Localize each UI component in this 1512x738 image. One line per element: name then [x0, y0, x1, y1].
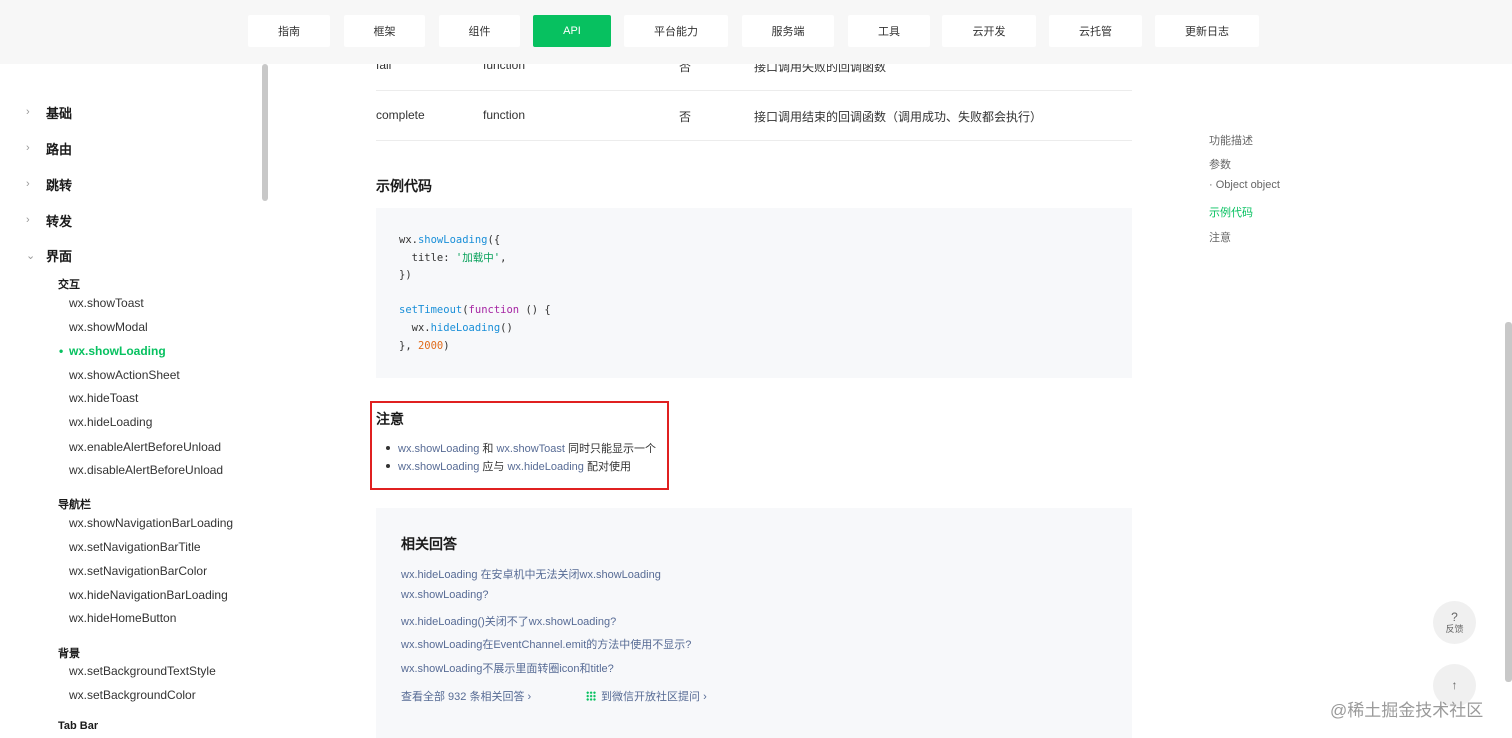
tab-guide[interactable]: 指南 — [248, 15, 330, 47]
category-label: 跳转 — [46, 177, 73, 193]
list-item: wx.showLoading 和 wx.showToast 同时只能显示一个 — [386, 440, 656, 458]
api-link[interactable]: wx.showLoading — [398, 461, 479, 473]
category-label: 基础 — [46, 105, 73, 121]
sidebar-category-basic[interactable]: › 基础 — [26, 102, 72, 122]
related-link[interactable]: wx.showLoading? — [401, 589, 488, 601]
sidebar-category-share[interactable]: › 转发 — [26, 210, 72, 230]
tab-cloud-hosting[interactable]: 云托管 — [1049, 15, 1142, 47]
chevron-right-icon: › — [527, 691, 532, 703]
table-row: fail function 否 接口调用失败的回调函数 — [376, 64, 1132, 91]
code-block: wx.showLoading({ title: '加载中', }) setTim… — [376, 208, 1132, 378]
sidebar-item[interactable]: wx.hideLoading — [69, 415, 152, 429]
tab-tools[interactable]: 工具 — [848, 15, 930, 47]
table-row: complete function 否 接口调用结束的回调函数（调用成功、失败都… — [376, 91, 1132, 141]
feedback-label: 反馈 — [1445, 623, 1464, 634]
chevron-right-icon: › — [703, 691, 707, 703]
page-scrollbar[interactable] — [1505, 322, 1512, 682]
sidebar-category-route[interactable]: › 路由 — [26, 138, 72, 158]
param-type: function — [483, 64, 526, 72]
tab-framework[interactable]: 框架 — [344, 15, 425, 47]
param-required: 否 — [679, 110, 692, 124]
tab-platform[interactable]: 平台能力 — [624, 15, 728, 47]
sidebar-item[interactable]: wx.hideHomeButton — [69, 611, 176, 625]
related-link[interactable]: wx.showLoading在EventChannel.emit的方法中使用不显… — [401, 636, 691, 652]
toc-item[interactable]: 参数 — [1209, 156, 1231, 172]
chevron-right-icon: › — [26, 106, 30, 118]
api-link[interactable]: wx.hideLoading — [507, 461, 583, 473]
sidebar-item[interactable]: wx.hideToast — [69, 391, 138, 405]
sidebar-item[interactable]: wx.setNavigationBarTitle — [69, 540, 201, 554]
toc-item-active[interactable]: 示例代码 — [1209, 204, 1253, 220]
toc-item[interactable]: 注意 — [1209, 229, 1231, 245]
chevron-down-icon: ⌄ — [26, 249, 36, 262]
sidebar-item[interactable]: wx.hideNavigationBarLoading — [69, 588, 228, 602]
community-icon — [586, 691, 596, 701]
sidebar-item-active[interactable]: wx.showLoading — [59, 344, 166, 358]
category-label: 转发 — [46, 213, 73, 229]
param-name: fail — [376, 64, 392, 72]
sidebar-item[interactable]: wx.showModal — [69, 320, 148, 334]
sidebar-item[interactable]: wx.showActionSheet — [69, 368, 180, 382]
api-link[interactable]: wx.showLoading — [398, 443, 479, 455]
tab-changelog[interactable]: 更新日志 — [1155, 15, 1259, 47]
view-all-link[interactable]: 查看全部 932 条相关回答 › — [401, 688, 531, 704]
tab-api[interactable]: API — [533, 15, 611, 47]
related-link[interactable]: wx.hideLoading()关闭不了wx.showLoading? — [401, 613, 616, 629]
tab-cloud-dev[interactable]: 云开发 — [942, 15, 1036, 47]
related-link[interactable]: wx.showLoading不展示里面转圈icon和title? — [401, 660, 614, 676]
category-label: 界面 — [46, 248, 73, 264]
example-heading: 示例代码 — [376, 178, 432, 194]
tab-server[interactable]: 服务端 — [742, 15, 834, 47]
top-nav: 指南 框架 组件 API 平台能力 服务端 工具 云开发 云托管 更新日志 — [0, 0, 1512, 64]
sidebar-item[interactable]: wx.showToast — [69, 296, 144, 310]
related-answers: 相关回答 wx.hideLoading 在安卓机中无法关闭wx.showLoad… — [376, 508, 1132, 738]
sidebar-group-background: 背景 — [58, 648, 80, 660]
sidebar-category-navigate[interactable]: › 跳转 — [26, 174, 72, 194]
sidebar-item[interactable]: wx.showNavigationBarLoading — [69, 516, 233, 530]
chevron-right-icon: › — [26, 142, 30, 154]
sidebar-item[interactable]: wx.setBackgroundColor — [69, 688, 196, 702]
chevron-right-icon: › — [26, 214, 30, 226]
ask-community-link[interactable]: 到微信开放社区提问 › — [586, 688, 707, 704]
related-link[interactable]: wx.hideLoading 在安卓机中无法关闭wx.showLoading — [401, 566, 661, 582]
category-label: 路由 — [46, 141, 73, 157]
related-heading: 相关回答 — [401, 536, 457, 552]
sidebar-group-navbar: 导航栏 — [58, 499, 91, 511]
sidebar-item[interactable]: wx.disableAlertBeforeUnload — [69, 463, 223, 477]
param-required: 否 — [679, 64, 692, 74]
sidebar-item[interactable]: wx.enableAlertBeforeUnload — [69, 440, 221, 454]
sidebar-scrollbar[interactable] — [262, 64, 268, 201]
param-desc: 接口调用结束的回调函数（调用成功、失败都会执行） — [754, 110, 1043, 124]
sidebar-item[interactable]: wx.setNavigationBarColor — [69, 564, 207, 578]
sidebar-category-ui[interactable]: ⌄ 界面 — [26, 245, 72, 265]
toc-item[interactable]: · Object object — [1209, 179, 1280, 191]
question-icon: ? — [1451, 609, 1458, 624]
sidebar-group-tabbar: Tab Bar — [58, 720, 99, 732]
param-name: complete — [376, 108, 425, 122]
chevron-right-icon: › — [26, 178, 30, 190]
note-list: wx.showLoading 和 wx.showToast 同时只能显示一个 w… — [386, 440, 656, 476]
note-heading: 注意 — [376, 411, 404, 427]
param-desc: 接口调用失败的回调函数 — [754, 64, 887, 74]
param-type: function — [483, 108, 526, 122]
tab-components[interactable]: 组件 — [439, 15, 520, 47]
list-item: wx.showLoading 应与 wx.hideLoading 配对使用 — [386, 458, 656, 476]
sidebar-group-interaction: 交互 — [58, 279, 80, 291]
watermark: @稀土掘金技术社区 — [1330, 701, 1484, 720]
sidebar-item[interactable]: wx.setBackgroundTextStyle — [69, 664, 216, 678]
api-link[interactable]: wx.showToast — [496, 443, 564, 455]
arrow-up-icon: ↑ — [1451, 678, 1458, 692]
toc-item[interactable]: 功能描述 — [1209, 132, 1253, 148]
feedback-button[interactable]: ? 反馈 — [1433, 601, 1476, 644]
